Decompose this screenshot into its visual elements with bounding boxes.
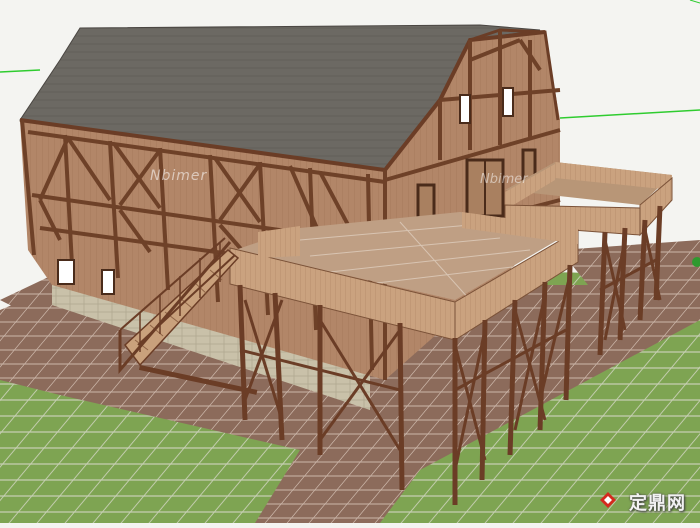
model-viewport[interactable]: [0, 0, 700, 523]
side-window-1: [57, 259, 75, 285]
watermark-text-left: Nbimer: [150, 168, 208, 184]
barn-model-render: [0, 0, 700, 523]
green-axis-right: [559, 109, 700, 119]
gable-window-right: [502, 87, 514, 117]
watermark-text-right: Nbimer: [480, 172, 528, 187]
green-axis-left: [0, 69, 41, 73]
gable-window-left: [459, 94, 471, 124]
site-logo-badge: 定鼎网: [629, 489, 686, 515]
side-window-2: [101, 269, 115, 295]
logo-text: 定鼎网: [629, 493, 686, 514]
